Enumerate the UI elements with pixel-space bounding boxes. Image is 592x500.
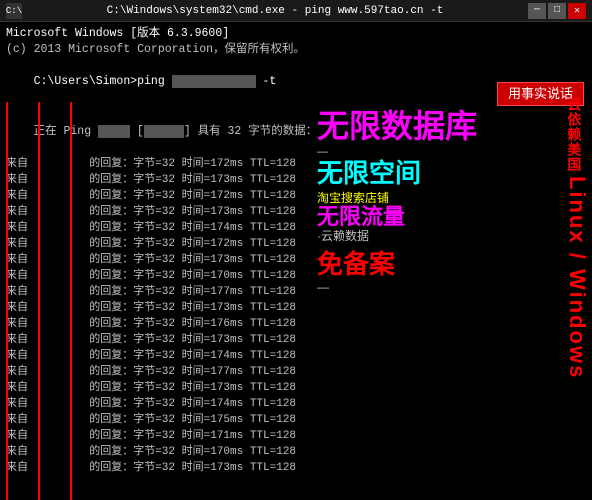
- ping-row: 来自 的回复：字节=32 时间=171ms TTL=128: [6, 428, 586, 444]
- ping-row: 来自 的回复：字节=32 时间=173ms TTL=128: [6, 332, 586, 348]
- ping-row: 来自 的回复：字节=32 时间=176ms TTL=128: [6, 316, 586, 332]
- ping-row: 来自 的回复：字节=32 时间=174ms TTL=128: [6, 220, 586, 236]
- ping-row: 来自 的回复：字节=32 时间=177ms TTL=128: [6, 284, 586, 300]
- ping-rows: 来自 的回复：字节=32 时间=172ms TTL=128来自 的回复：字节=3…: [6, 156, 586, 476]
- ping-row: 来自 的回复：字节=32 时间=173ms TTL=128: [6, 252, 586, 268]
- ping-row: 来自 的回复：字节=32 时间=173ms TTL=128: [6, 172, 586, 188]
- host-hidden: [172, 75, 256, 88]
- ping-row: 来自 的回复：字节=32 时间=173ms TTL=128: [6, 300, 586, 316]
- promo-linux-windows: Linux / Windows: [566, 176, 588, 379]
- promo-free-backup: 免备案: [317, 250, 487, 279]
- ping-row: 来自 的回复：字节=32 时间=174ms TTL=128: [6, 396, 586, 412]
- title-bar: C:\ C:\Windows\system32\cmd.exe - ping w…: [0, 0, 592, 22]
- sys-line-2: (c) 2013 Microsoft Corporation，保留所有权利。: [6, 42, 586, 58]
- ping-row: 来自 的回复：字节=32 时间=173ms TTL=128: [6, 204, 586, 220]
- promo-right-block: 云依赖美国 Linux / Windows: [566, 97, 588, 379]
- sys-line-1: Microsoft Windows [版本 6.3.9600]: [6, 26, 586, 42]
- promo-cloud-text: 云依赖美国: [566, 97, 581, 172]
- ping-row: 来自 的回复：字节=32 时间=170ms TTL=128: [6, 444, 586, 460]
- promo-unlimited-flow: 无限流量: [317, 206, 487, 228]
- cmd-body: Microsoft Windows [版本 6.3.9600] (c) 2013…: [0, 22, 592, 500]
- ping-row: 来自 的回复：字节=32 时间=173ms TTL=128: [6, 460, 586, 476]
- ping-row: 来自 的回复：字节=32 时间=172ms TTL=128: [6, 236, 586, 252]
- promo-sep2: —: [317, 279, 487, 295]
- ping-suffix: -t: [256, 75, 277, 88]
- ping-row: 来自 的回复：字节=32 时间=172ms TTL=128: [6, 156, 586, 172]
- title-bar-buttons: ─ □ ✕: [528, 3, 586, 19]
- ping-row: 来自 的回复：字节=32 时间=174ms TTL=128: [6, 348, 586, 364]
- ping-header: 正在 Ping [] 具有 32 字节的数据：: [6, 108, 586, 156]
- prompt: C:\Users\Simon>ping: [34, 75, 172, 88]
- close-button[interactable]: ✕: [568, 3, 586, 19]
- cmd-icon: C:\: [6, 3, 22, 19]
- title-bar-text: C:\Windows\system32\cmd.exe - ping www.5…: [22, 5, 528, 17]
- minimize-button[interactable]: ─: [528, 3, 546, 19]
- ping-row: 来自 的回复：字节=32 时间=177ms TTL=128: [6, 364, 586, 380]
- ping-row: 来自 的回复：字节=32 时间=170ms TTL=128: [6, 268, 586, 284]
- ping-row: 来自 的回复：字节=32 时间=173ms TTL=128: [6, 380, 586, 396]
- promo-unlimited-db: 无限数据库: [317, 110, 487, 142]
- promo-unlimited-space: 无限空间: [317, 160, 487, 186]
- ping-row: 来自 的回复：字节=32 时间=175ms TTL=128: [6, 412, 586, 428]
- maximize-button[interactable]: □: [548, 3, 566, 19]
- ping-row: 来自 的回复：字节=32 时间=172ms TTL=128: [6, 188, 586, 204]
- promo-sub2: ·云赖数据: [317, 228, 487, 244]
- promo-left-block: 无限数据库 — 无限空间 淘宝搜索店铺 无限流量 ·云赖数据 免备案 —: [317, 110, 487, 295]
